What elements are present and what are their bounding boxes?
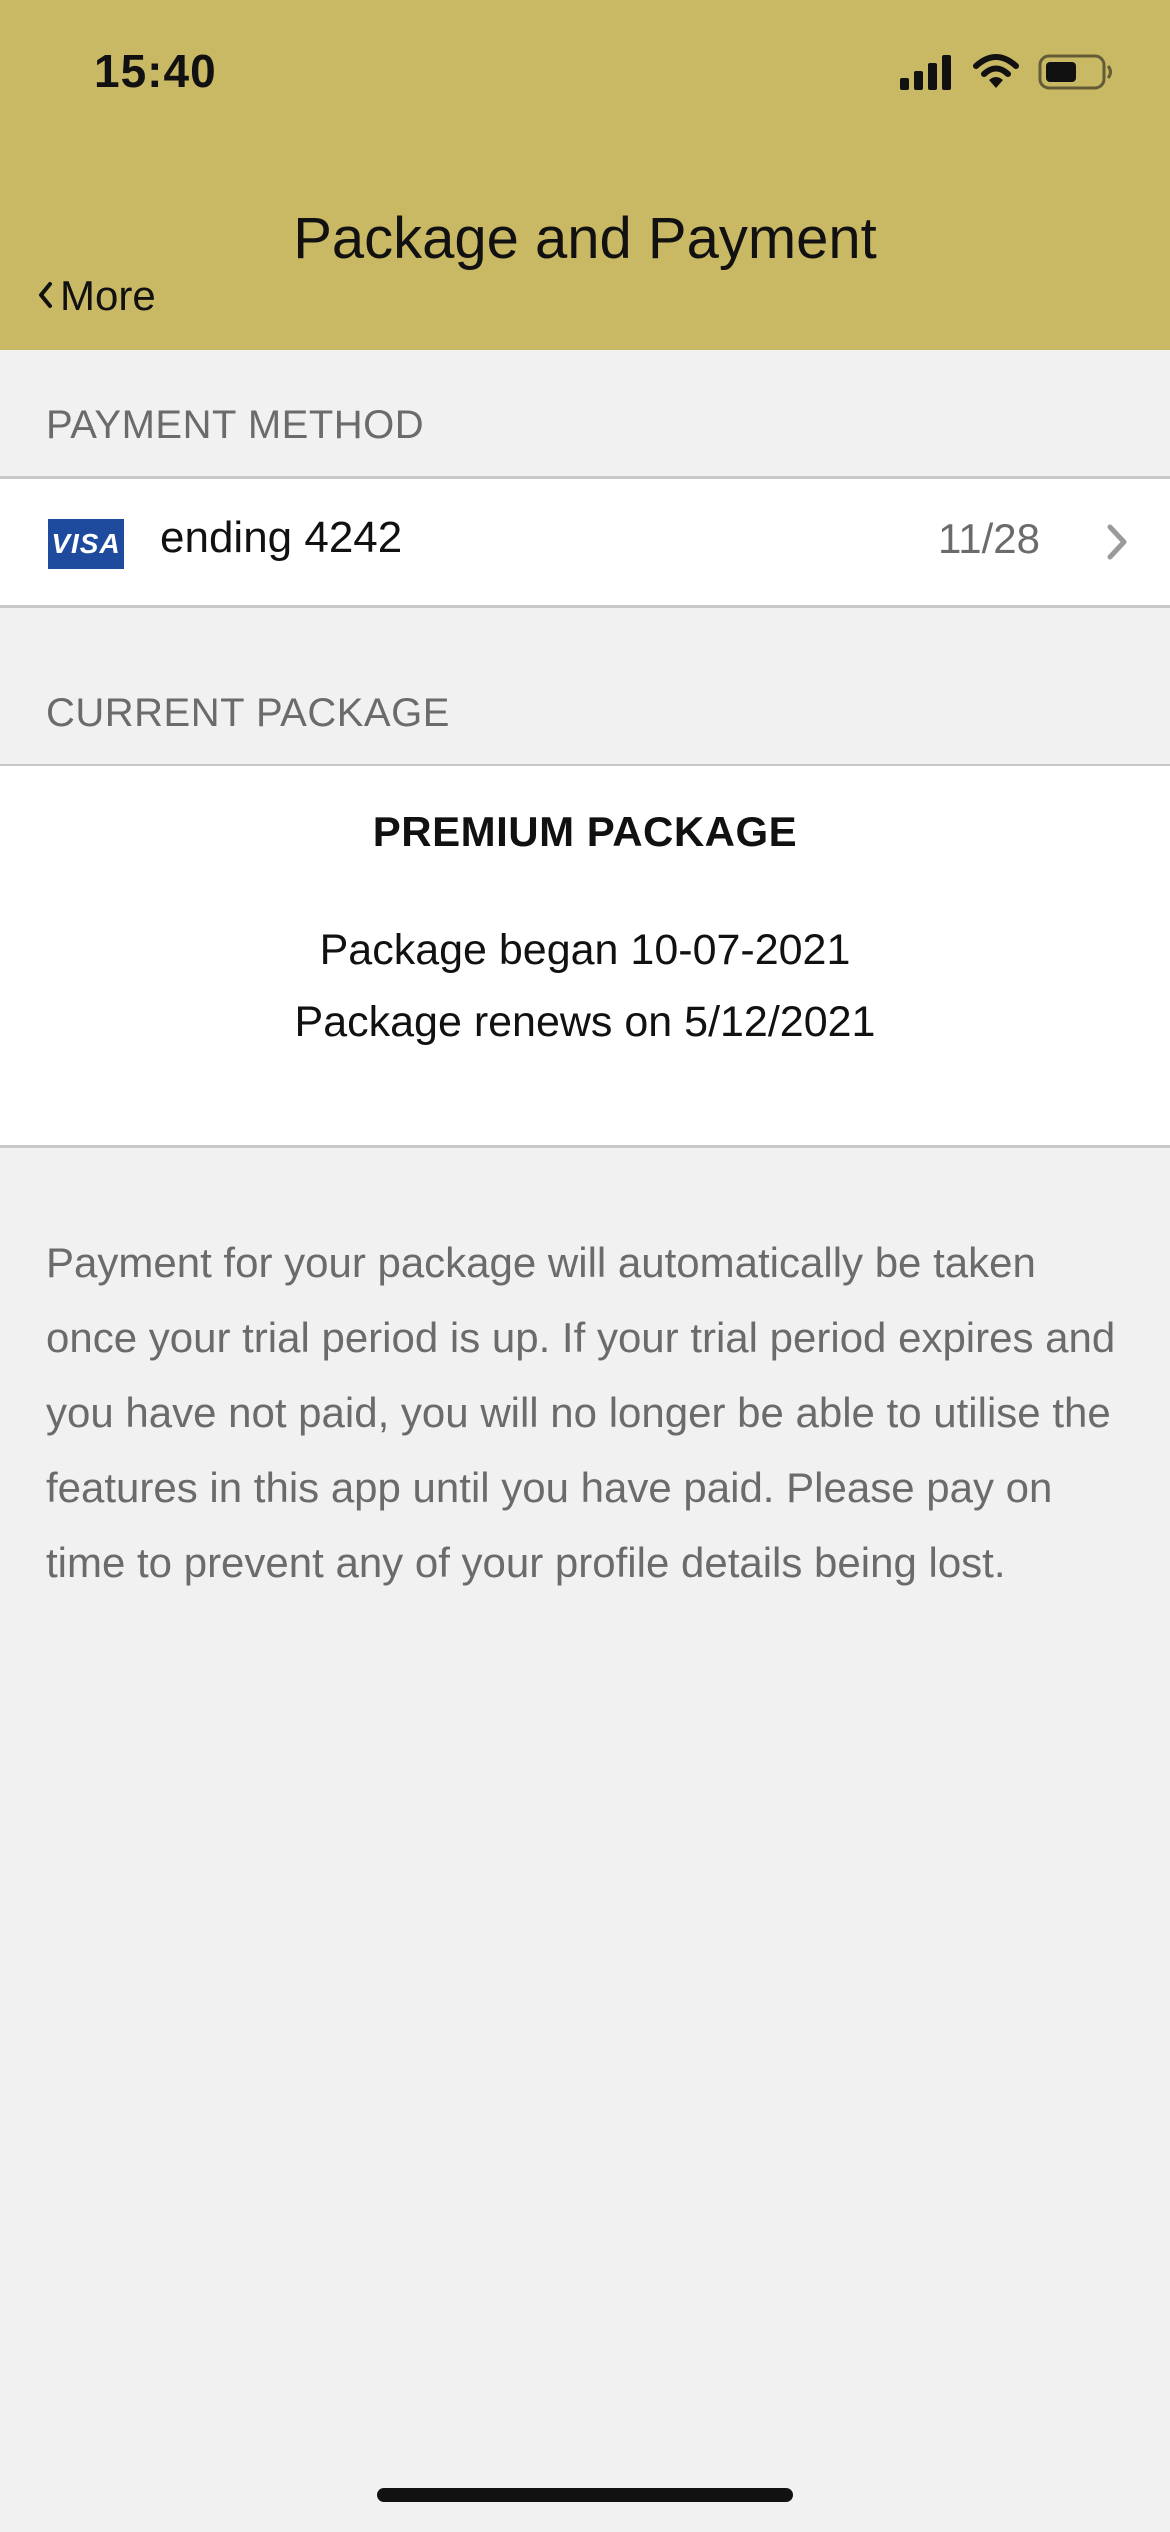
package-renews: Package renews on 5/12/2021 [294, 998, 876, 1046]
payment-method-row[interactable]: VISA ending 4242 11/28 [0, 479, 1170, 605]
back-button-label: More [60, 272, 156, 319]
payment-info-note: Payment for your package will automatica… [46, 1239, 1116, 1586]
chevron-right-icon [1104, 521, 1130, 568]
wifi-icon [972, 53, 1020, 95]
back-button[interactable]: More [36, 266, 156, 326]
divider [0, 1145, 1170, 1148]
package-began: Package began 10-07-2021 [319, 926, 851, 974]
card-expiry: 11/28 [938, 515, 1040, 562]
cellular-signal-icon [900, 54, 954, 95]
payment-method-section-label: PAYMENT METHOD [46, 403, 425, 447]
current-package-card: PREMIUM PACKAGE Package began 10-07-2021… [0, 766, 1170, 1146]
navigation-header: 15:40 Package and Payment More [0, 0, 1170, 350]
page-title: Package and Payment [293, 206, 877, 271]
card-ending-text: ending 4242 [160, 513, 403, 562]
status-time: 15:40 [94, 45, 217, 97]
status-icons [900, 52, 1114, 96]
current-package-section-label: CURRENT PACKAGE [46, 691, 450, 735]
chevron-left-icon [36, 272, 54, 320]
battery-icon [1038, 53, 1114, 96]
visa-card-icon: VISA [48, 519, 124, 569]
home-indicator [377, 2488, 793, 2502]
divider [0, 605, 1170, 608]
package-name: PREMIUM PACKAGE [372, 808, 798, 855]
